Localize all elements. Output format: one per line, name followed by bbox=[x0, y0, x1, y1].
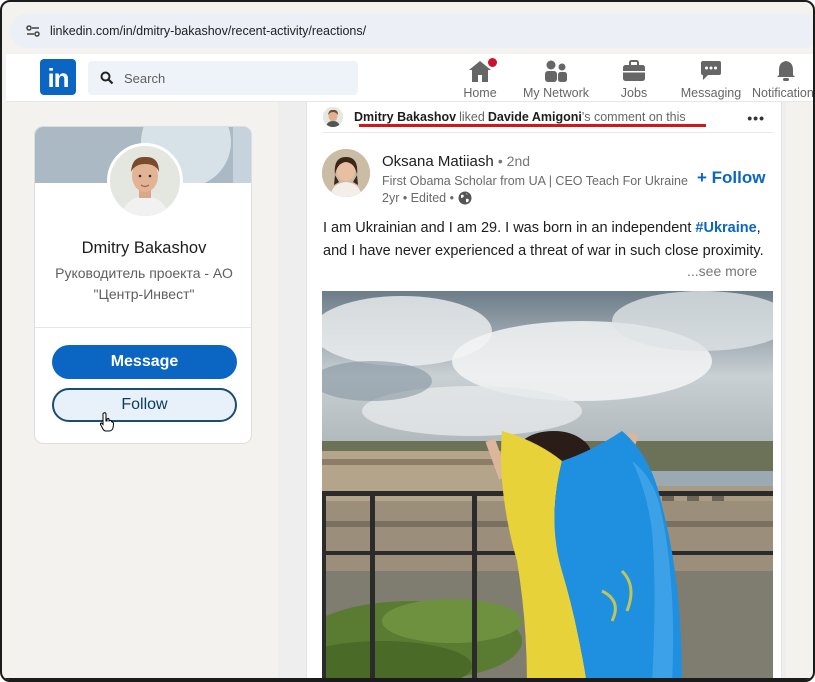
chat-icon bbox=[698, 58, 724, 84]
nav-messaging[interactable]: Messaging bbox=[678, 56, 744, 100]
home-icon bbox=[467, 56, 499, 84]
see-more-link[interactable]: ...see more bbox=[687, 263, 757, 279]
window-bottom-edge bbox=[2, 678, 813, 680]
profile-card: Dmitry Bakashov Руководитель проекта - А… bbox=[34, 126, 252, 444]
address-bar[interactable]: linkedin.com/in/dmitry-bakashov/recent-a… bbox=[10, 14, 813, 48]
hashtag-ukraine[interactable]: #Ukraine bbox=[695, 220, 756, 236]
post-author-headline: First Obama Scholar from UA | CEO Teach … bbox=[382, 174, 688, 188]
globe-icon bbox=[458, 191, 472, 205]
nav-notifications-label: Notifications bbox=[752, 86, 815, 100]
hand-cursor-icon bbox=[99, 412, 115, 437]
nav-my-network[interactable]: My Network bbox=[518, 56, 594, 100]
comment-author-name[interactable]: Davide Amigoni bbox=[488, 110, 582, 124]
activity-feed: Dmitry Bakashov liked Davide Amigoni 's … bbox=[278, 102, 786, 680]
nav-network-label: My Network bbox=[523, 86, 589, 100]
connection-degree: • 2nd bbox=[497, 153, 531, 169]
browser-window: linkedin.com/in/dmitry-bakashov/recent-a… bbox=[0, 0, 815, 682]
post-follow-button[interactable]: + Follow bbox=[697, 168, 765, 188]
search-bar[interactable]: Search bbox=[88, 61, 358, 95]
post-timestamp: 2yr • Edited • bbox=[382, 191, 472, 205]
search-icon bbox=[100, 71, 114, 85]
post-body: I am Ukrainian and I am 29. I was born i… bbox=[323, 217, 769, 263]
nav-jobs-label: Jobs bbox=[620, 86, 648, 100]
follow-button[interactable]: Follow bbox=[52, 388, 237, 422]
profile-name[interactable]: Dmitry Bakashov bbox=[35, 239, 251, 258]
notification-dot bbox=[486, 56, 499, 69]
briefcase-icon bbox=[621, 58, 647, 84]
actor-name[interactable]: Dmitry Bakashov bbox=[354, 110, 456, 124]
post-image[interactable] bbox=[322, 291, 773, 680]
nav-notifications[interactable]: Notifications bbox=[752, 56, 815, 100]
post-time-text: 2yr • Edited • bbox=[382, 191, 454, 205]
red-underline-annotation bbox=[359, 124, 706, 127]
linkedin-top-nav: in Search Home My Network Jobs Messaging… bbox=[6, 54, 815, 102]
post-author-name-text[interactable]: Oksana Matiiash bbox=[382, 153, 494, 170]
actor-avatar[interactable] bbox=[323, 107, 343, 127]
post-card: Dmitry Bakashov liked Davide Amigoni 's … bbox=[306, 102, 782, 680]
post-author-name[interactable]: Oksana Matiiash • 2nd bbox=[382, 153, 530, 170]
more-options-icon[interactable]: ••• bbox=[747, 110, 765, 126]
nav-home[interactable]: Home bbox=[458, 56, 502, 100]
activity-verb: liked bbox=[459, 110, 485, 124]
post-text-before: I am Ukrainian and I am 29. I was born i… bbox=[323, 220, 692, 236]
site-settings-icon[interactable] bbox=[24, 22, 42, 40]
profile-avatar[interactable] bbox=[107, 143, 183, 219]
search-placeholder: Search bbox=[124, 70, 166, 86]
nav-jobs[interactable]: Jobs bbox=[614, 56, 654, 100]
divider bbox=[35, 327, 251, 328]
activity-suffix: 's comment on this bbox=[581, 110, 686, 124]
linkedin-logo[interactable]: in bbox=[40, 59, 76, 95]
url-text[interactable]: linkedin.com/in/dmitry-bakashov/recent-a… bbox=[50, 24, 366, 38]
nav-home-label: Home bbox=[463, 86, 497, 100]
activity-header: Dmitry Bakashov liked Davide Amigoni 's … bbox=[323, 102, 773, 133]
profile-headline: Руководитель проекта - АО "Центр-Инвест" bbox=[55, 265, 233, 302]
nav-messaging-label: Messaging bbox=[680, 86, 742, 100]
message-button[interactable]: Message bbox=[52, 345, 237, 379]
bell-icon bbox=[774, 58, 798, 84]
network-icon bbox=[543, 58, 569, 84]
post-author-avatar[interactable] bbox=[322, 149, 370, 197]
